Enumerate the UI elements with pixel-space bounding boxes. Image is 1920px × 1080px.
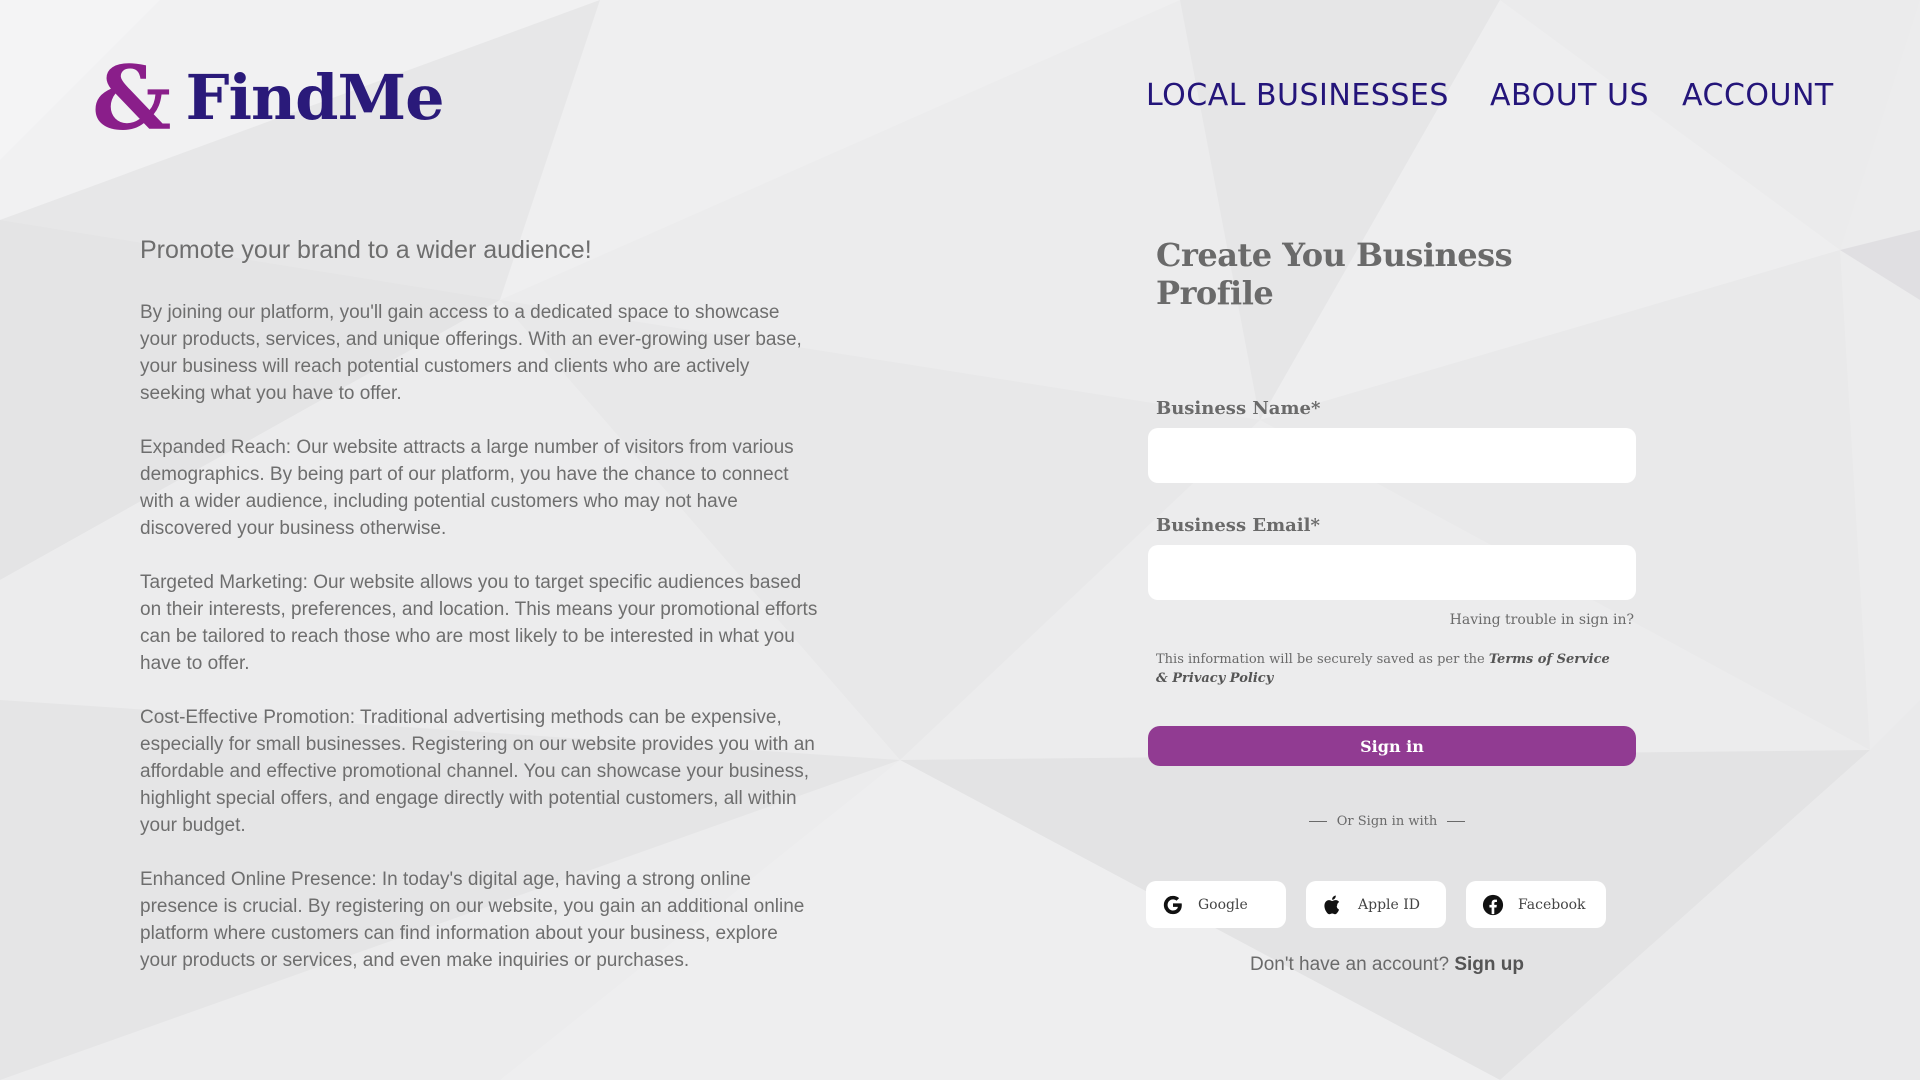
brand-logo[interactable]: & FindMe [92, 54, 445, 142]
divider-line-left [1308, 821, 1327, 822]
intro-paragraph: By joining our platform, you'll gain acc… [140, 302, 802, 404]
expanded-reach-paragraph: Expanded Reach: Our website attracts a l… [140, 437, 794, 539]
online-presence-paragraph: Enhanced Online Presence: In today's dig… [140, 869, 805, 971]
google-label: Google [1198, 896, 1248, 913]
sign-in-button[interactable]: Sign in [1148, 726, 1636, 766]
nav-account[interactable]: ACCOUNT [1682, 78, 1834, 113]
targeted-marketing-paragraph: Targeted Marketing: Our website allows y… [140, 572, 818, 674]
social-login-row: Google Apple ID Facebook [1146, 881, 1636, 928]
intro-section: Promote your brand to a wider audience! … [140, 236, 820, 1001]
facebook-icon [1482, 894, 1504, 916]
signup-prompt: Don't have an account? Sign up [1138, 954, 1636, 976]
nav-local-businesses[interactable]: LOCAL BUSINESSES [1146, 78, 1449, 113]
business-name-input[interactable] [1148, 428, 1636, 483]
facebook-signin-button[interactable]: Facebook [1466, 881, 1606, 928]
logo-name: FindMe [185, 61, 444, 134]
apple-label: Apple ID [1358, 896, 1421, 913]
apple-signin-button[interactable]: Apple ID [1306, 881, 1446, 928]
google-signin-button[interactable]: Google [1146, 881, 1286, 928]
business-profile-form: Create You Business Profile Business Nam… [1146, 236, 1636, 976]
or-sign-in-with-text: Or Sign in with [1336, 814, 1438, 829]
privacy-notice-text: This information will be securely saved … [1156, 652, 1489, 667]
sign-up-link[interactable]: Sign up [1454, 954, 1524, 975]
cost-effective-paragraph: Cost-Effective Promotion: Traditional ad… [140, 707, 815, 836]
business-email-input[interactable] [1148, 545, 1636, 600]
business-name-label: Business Name* [1156, 398, 1321, 419]
business-email-label: Business Email* [1156, 515, 1320, 536]
signup-prompt-text: Don't have an account? [1250, 954, 1450, 975]
logo-ampersand: & [92, 46, 172, 150]
google-icon [1162, 894, 1184, 916]
nav-about-us[interactable]: ABOUT US [1490, 78, 1649, 113]
privacy-notice: This information will be securely saved … [1156, 650, 1626, 688]
facebook-label: Facebook [1518, 896, 1586, 913]
trouble-signing-in-link[interactable]: Having trouble in sign in? [1148, 612, 1634, 628]
form-title: Create You Business Profile [1156, 236, 1513, 312]
divider-line-right [1447, 821, 1466, 822]
tagline: Promote your brand to a wider audience! [140, 236, 592, 264]
apple-icon [1322, 894, 1344, 916]
or-divider: Or Sign in with [1138, 814, 1636, 829]
